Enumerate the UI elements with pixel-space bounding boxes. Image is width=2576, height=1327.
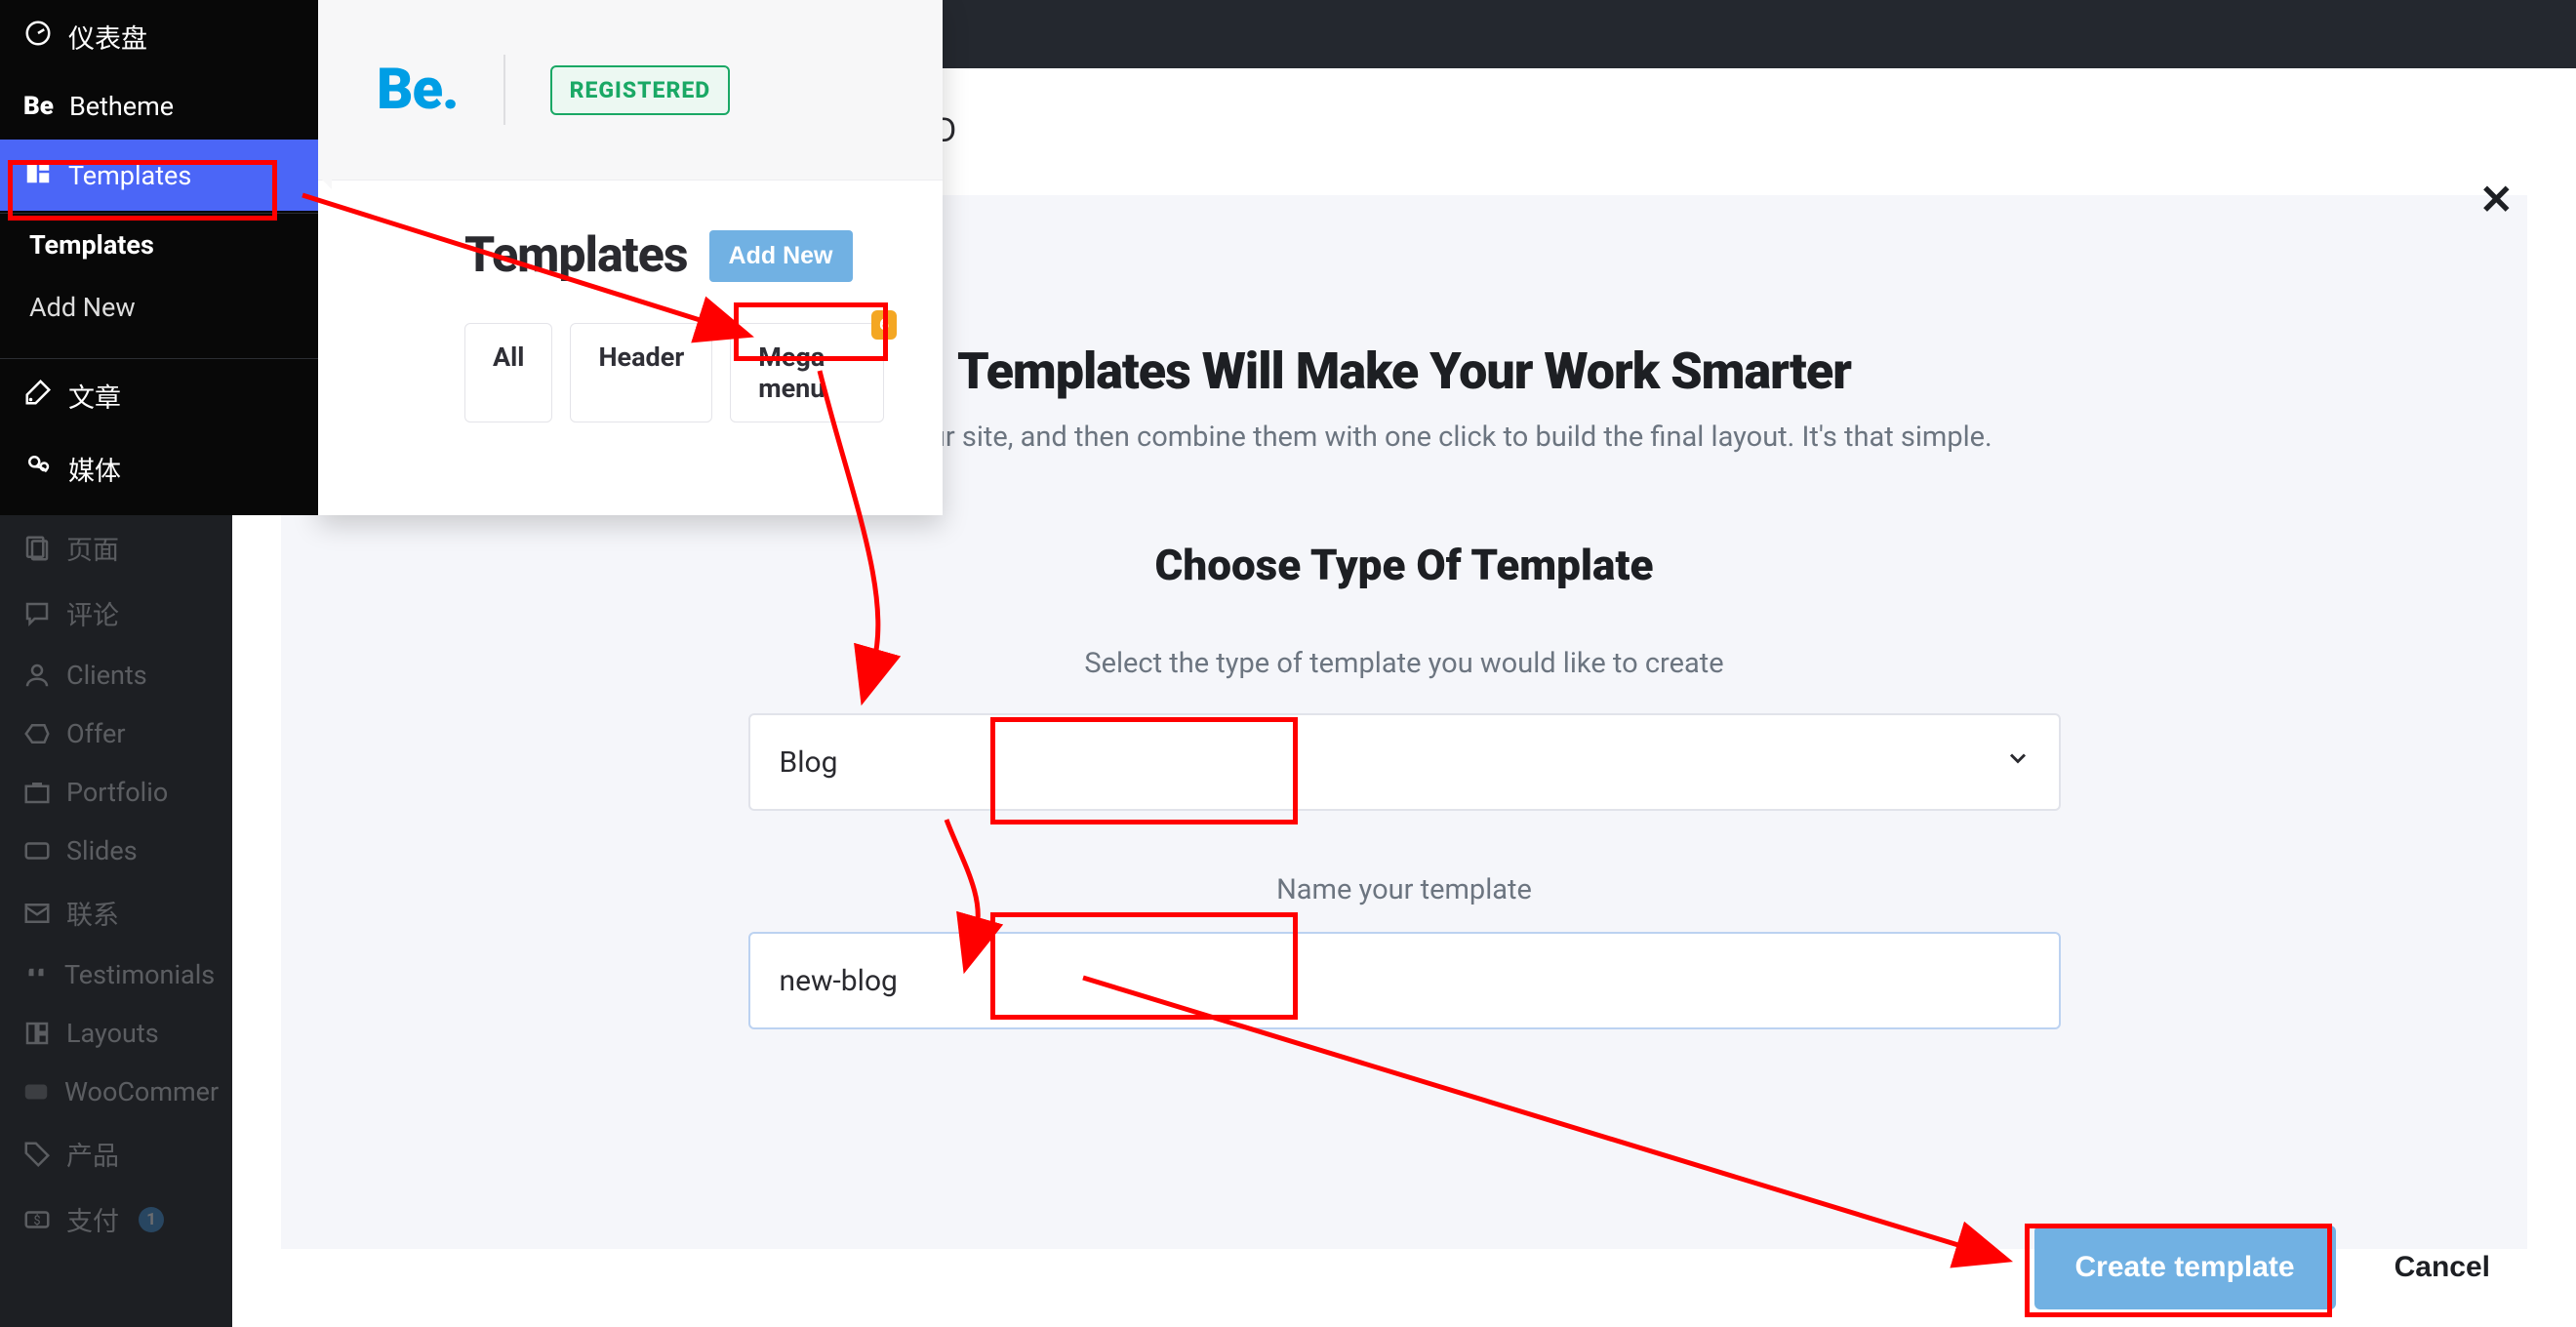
chevron-down-icon bbox=[2004, 744, 2032, 780]
add-new-button[interactable]: Add New bbox=[709, 230, 853, 282]
sidebar-label: 媒体 bbox=[68, 450, 121, 488]
testimonials-icon bbox=[21, 959, 51, 990]
offer-icon bbox=[21, 718, 53, 749]
sidebar-label: 页面 bbox=[66, 529, 119, 567]
sidebar-item-offer[interactable]: Offer bbox=[0, 704, 232, 763]
sidebar-item-betheme[interactable]: Be Betheme bbox=[0, 73, 318, 140]
wp-sidebar-flyout: 仪表盘 Be Betheme Templates Templates Add N… bbox=[0, 0, 318, 515]
sidebar-item-comments[interactable]: 评论 bbox=[0, 581, 232, 646]
create-template-button[interactable]: Create template bbox=[2034, 1226, 2336, 1309]
contact-icon bbox=[21, 898, 53, 929]
registered-badge: REGISTERED bbox=[550, 65, 731, 115]
sidebar-item-contact[interactable]: 联系 bbox=[0, 880, 232, 945]
sidebar-item-dashboard[interactable]: 仪表盘 bbox=[0, 0, 318, 73]
payments-badge: 1 bbox=[139, 1207, 164, 1232]
clients-icon bbox=[21, 660, 53, 691]
betheme-icon: Be bbox=[23, 92, 54, 121]
sidebar-item-payments[interactable]: $ 支付 1 bbox=[0, 1186, 232, 1252]
sidebar-label: Testimonials bbox=[64, 959, 215, 990]
sidebar-label: Templates bbox=[68, 160, 191, 191]
sidebar-item-woocommerce[interactable]: WooCommer bbox=[0, 1063, 232, 1121]
sidebar-label: 评论 bbox=[66, 594, 119, 632]
comments-icon bbox=[21, 598, 53, 629]
close-icon[interactable]: ✕ bbox=[2479, 176, 2514, 224]
svg-text:$: $ bbox=[33, 1214, 40, 1228]
portfolio-icon bbox=[21, 777, 53, 808]
divider bbox=[503, 55, 505, 125]
sidebar-label: Clients bbox=[66, 660, 147, 691]
sidebar-item-clients[interactable]: Clients bbox=[0, 646, 232, 704]
count-badge: 1 bbox=[700, 310, 725, 340]
layouts-icon bbox=[21, 1018, 53, 1049]
pages-icon bbox=[21, 533, 53, 564]
sidebar-label: Betheme bbox=[69, 91, 174, 122]
sidebar-label: 支付 bbox=[66, 1200, 119, 1238]
template-name-input-wrapper bbox=[748, 932, 2061, 1029]
sidebar-label: 联系 bbox=[66, 894, 119, 932]
tab-label: All bbox=[493, 342, 524, 373]
posts-icon bbox=[23, 378, 53, 414]
sidebar-label: 产品 bbox=[66, 1135, 119, 1173]
tab-label: Header bbox=[598, 342, 684, 373]
templates-icon bbox=[23, 157, 53, 193]
betheme-logo: Be. bbox=[377, 57, 459, 123]
sidebar-label: WooCommer bbox=[64, 1076, 219, 1107]
slides-icon bbox=[21, 835, 53, 866]
cancel-button[interactable]: Cancel bbox=[2377, 1226, 2508, 1309]
page-title: Templates bbox=[464, 227, 688, 284]
betheme-header-card: Be. REGISTERED Templates Add New All Hea… bbox=[318, 0, 943, 515]
sidebar-label: 仪表盘 bbox=[68, 18, 147, 56]
products-icon bbox=[21, 1139, 53, 1170]
template-name-input[interactable] bbox=[780, 964, 2030, 998]
templates-filter-tabs: All Header 1 Mega menu 6 bbox=[464, 323, 884, 422]
sidebar-label: Offer bbox=[66, 718, 126, 749]
sidebar-label: Portfolio bbox=[66, 777, 168, 808]
tab-all[interactable]: All bbox=[464, 323, 552, 422]
woocommerce-icon bbox=[21, 1076, 51, 1107]
count-badge: 6 bbox=[871, 310, 897, 340]
sidebar-item-products[interactable]: 产品 bbox=[0, 1121, 232, 1186]
sidebar-item-slides[interactable]: Slides bbox=[0, 822, 232, 880]
modal-section-subtitle: Select the type of template you would li… bbox=[232, 647, 2576, 680]
sidebar-label: 文章 bbox=[68, 377, 121, 415]
sidebar-item-media[interactable]: 媒体 bbox=[0, 432, 318, 505]
sidebar-item-templates[interactable]: Templates bbox=[0, 140, 318, 211]
tab-label: Mega menu bbox=[758, 342, 825, 404]
dashboard-icon bbox=[23, 19, 53, 55]
tab-header[interactable]: Header 1 bbox=[570, 323, 712, 422]
sidebar-item-posts[interactable]: 文章 bbox=[0, 359, 318, 432]
submenu-add-new[interactable]: Add New bbox=[0, 276, 318, 339]
tab-mega-menu[interactable]: Mega menu 6 bbox=[730, 323, 884, 422]
sidebar-label: Layouts bbox=[66, 1018, 159, 1049]
name-field-label: Name your template bbox=[232, 873, 2576, 906]
payments-icon: $ bbox=[21, 1204, 53, 1235]
select-value: Blog bbox=[780, 745, 838, 780]
sidebar-label: Slides bbox=[66, 835, 138, 866]
submenu-templates[interactable]: Templates bbox=[0, 214, 318, 276]
modal-section-title: Choose Type Of Template bbox=[232, 540, 2576, 590]
template-type-select[interactable]: Blog bbox=[748, 713, 2061, 811]
media-icon bbox=[23, 451, 53, 487]
sidebar-item-testimonials[interactable]: Testimonials bbox=[0, 945, 232, 1004]
sidebar-item-portfolio[interactable]: Portfolio bbox=[0, 763, 232, 822]
sidebar-item-pages[interactable]: 页面 bbox=[0, 515, 232, 581]
sidebar-item-layouts[interactable]: Layouts bbox=[0, 1004, 232, 1063]
active-notch bbox=[318, 162, 332, 189]
